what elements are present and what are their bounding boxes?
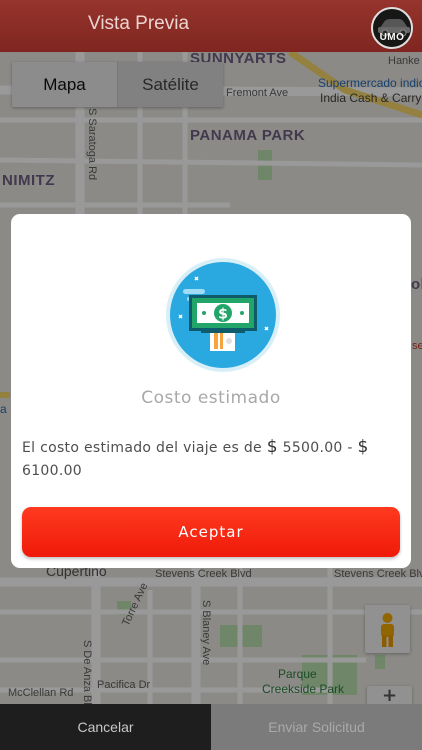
map-label-edge-ol: ol: [411, 276, 422, 293]
price-separator: -: [347, 440, 353, 456]
dialog-message: El costo estimado del viaje es de $ 5500…: [22, 436, 394, 483]
pegman-icon: [381, 613, 394, 647]
plus-icon: +: [381, 685, 398, 706]
bottom-action-bar: Cancelar Enviar Solicitud: [0, 704, 422, 750]
map-label-panama-park: PANAMA PARK: [190, 127, 306, 144]
map-type-map-button[interactable]: Mapa: [12, 62, 117, 107]
map-label-mcclellan-rd: McClellan Rd: [8, 687, 74, 699]
header-bar: Vista Previa UMO: [0, 0, 422, 52]
map-label-parque: Parque: [278, 667, 317, 681]
currency-symbol-min: $: [266, 437, 278, 457]
map-label-creekside: Creekside Park: [262, 682, 345, 696]
street-view-button[interactable]: [365, 605, 410, 653]
map-type-toggle: Mapa Satélite: [12, 62, 223, 107]
cancel-button[interactable]: Cancelar: [0, 704, 211, 750]
estimated-cost-dialog: $ Costo estimado El costo estimado del v…: [11, 214, 411, 568]
map-label-fremont-ave: Fremont Ave: [226, 87, 289, 99]
map-label-edge-se: se: [412, 340, 422, 352]
logo-text: UMO: [379, 32, 405, 43]
map-type-satellite-button[interactable]: Satélite: [117, 62, 223, 107]
money-icon: $: [166, 258, 280, 372]
map-label-saratoga-rd: S Saratoga Rd: [86, 108, 98, 181]
app-logo: UMO: [371, 7, 413, 49]
accept-button[interactable]: Aceptar: [22, 507, 400, 557]
message-prefix: El costo estimado del viaje es de: [22, 440, 262, 456]
map-label-supermercado: Supermercado indio: [318, 76, 422, 90]
map-label-india-cash: India Cash & Carry: [320, 91, 422, 105]
page-title: Vista Previa: [88, 13, 190, 34]
map-label-blaney-ave: S Blaney Ave: [200, 600, 212, 666]
send-request-button[interactable]: Enviar Solicitud: [211, 704, 422, 750]
map-label-stevens-creek-1: Stevens Creek Blvd: [155, 568, 252, 580]
map-label-nimitz: NIMITZ: [2, 172, 55, 189]
price-min: 5500.00: [282, 440, 343, 456]
price-max: 6100.00: [22, 463, 82, 479]
header-overlay: [0, 0, 422, 52]
map-label-edge-a: a: [0, 402, 7, 416]
dialog-title: Costo estimado: [141, 388, 281, 408]
zoom-in-button[interactable]: +: [367, 686, 412, 706]
map-label-stevens-creek-2: Stevens Creek Blvd: [334, 568, 422, 580]
map-label-hanke: Hanke: [388, 55, 420, 67]
svg-text:$: $: [218, 307, 228, 323]
map-label-pacifica-dr: Pacifica Dr: [97, 679, 151, 691]
currency-symbol-max: $: [357, 437, 369, 457]
